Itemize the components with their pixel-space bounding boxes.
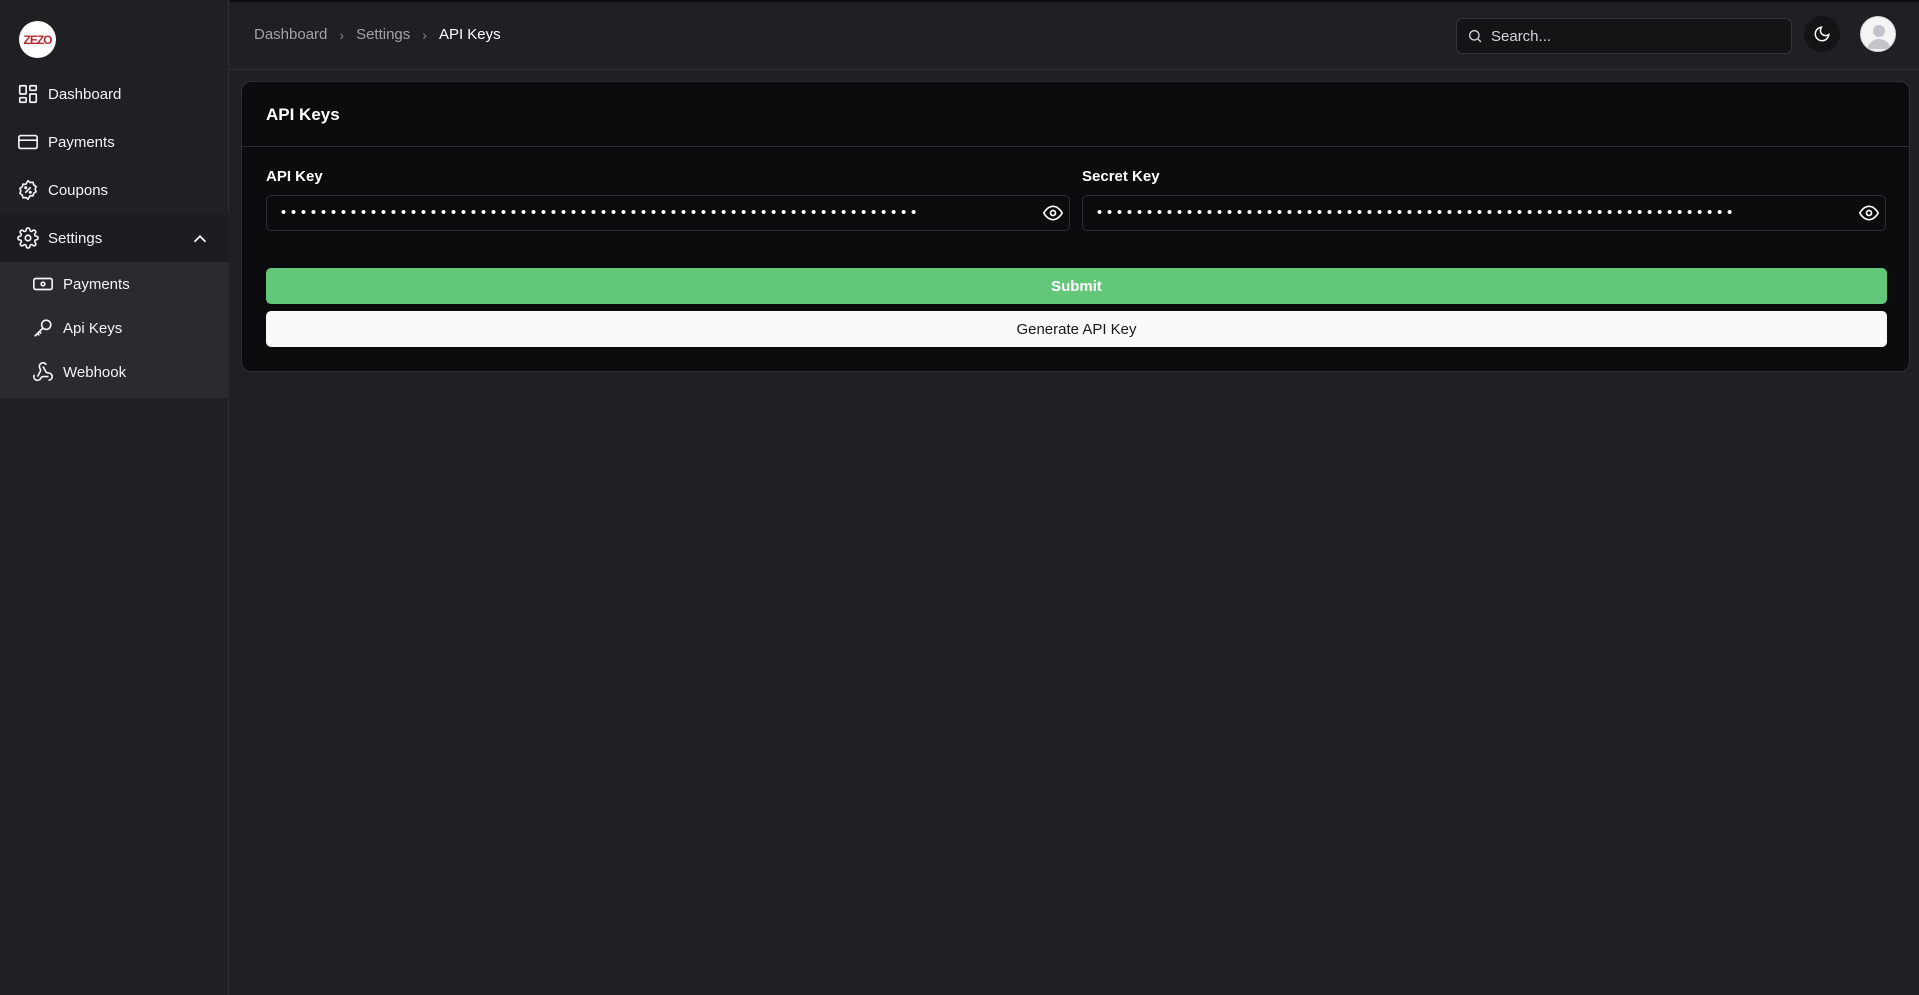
api-keys-card: API Keys API Key Secret Key Submit Gener…: [241, 81, 1910, 372]
breadcrumb-current: API Keys: [438, 26, 501, 43]
chevron-up-icon[interactable]: [189, 228, 211, 250]
submenu-item-payments[interactable]: Payments: [0, 262, 229, 306]
breadcrumb: Dashboard › Settings › API Keys: [254, 26, 501, 43]
submenu-item-label: Payments: [63, 275, 130, 293]
api-key-field[interactable]: [266, 195, 1070, 231]
settings-submenu: Payments Api Keys Webhook: [0, 262, 229, 398]
sidebar-item-coupons[interactable]: Coupons: [0, 166, 229, 214]
discount-badge-icon: [16, 178, 40, 202]
dashboard-grid-icon: [16, 82, 40, 106]
secret-key-field[interactable]: [1082, 195, 1886, 231]
sidebar-item-label: Payments: [48, 133, 115, 151]
breadcrumb-settings[interactable]: Settings: [356, 26, 410, 43]
api-key-label: API Key: [266, 168, 323, 185]
sidebar-item-dashboard[interactable]: Dashboard: [0, 70, 229, 118]
top-header: Dashboard › Settings › API Keys: [229, 2, 1919, 70]
moon-icon: [1814, 26, 1830, 42]
search-icon: [1469, 30, 1482, 43]
sidebar-item-label: Dashboard: [48, 85, 122, 103]
submenu-item-webhook[interactable]: Webhook: [0, 350, 229, 394]
user-avatar-icon: [1867, 25, 1891, 49]
sidebar-item-label: Coupons: [48, 181, 109, 199]
chevron-right-icon: ›: [339, 26, 345, 43]
sidebar-item-label: Settings: [48, 229, 103, 247]
sidebar: ZEZO Dashboard Payments Coupons Settings…: [0, 0, 229, 995]
sidebar-item-payments[interactable]: Payments: [0, 118, 229, 166]
avatar[interactable]: [1860, 16, 1896, 52]
card-title: API Keys: [266, 105, 340, 124]
theme-toggle-button[interactable]: [1804, 16, 1840, 52]
eye-icon[interactable]: [1043, 203, 1063, 223]
search-box[interactable]: [1456, 18, 1792, 54]
gear-icon: [16, 226, 40, 250]
breadcrumb-dashboard[interactable]: Dashboard: [254, 26, 327, 43]
search-input[interactable]: [1491, 27, 1781, 45]
brand-logo[interactable]: ZEZO: [19, 21, 56, 58]
credit-card-icon: [16, 130, 40, 154]
submenu-item-label: Webhook: [63, 363, 127, 381]
banknote-icon: [31, 272, 55, 296]
logo-text: ZEZO: [23, 32, 53, 47]
generate-api-key-button[interactable]: Generate API Key: [266, 311, 1887, 347]
divider: [242, 146, 1909, 147]
submenu-item-label: Api Keys: [63, 319, 123, 337]
eye-icon[interactable]: [1859, 203, 1879, 223]
api-key-input[interactable]: [279, 196, 1019, 230]
submenu-item-api-keys[interactable]: Api Keys: [0, 306, 229, 350]
sidebar-item-settings[interactable]: Settings: [0, 214, 229, 262]
webhook-icon: [31, 360, 55, 384]
secret-key-input[interactable]: [1095, 196, 1835, 230]
chevron-right-icon: ›: [422, 26, 427, 43]
secret-key-label: Secret Key: [1082, 168, 1160, 185]
key-icon: [31, 316, 55, 340]
submit-button[interactable]: Submit: [266, 268, 1887, 304]
